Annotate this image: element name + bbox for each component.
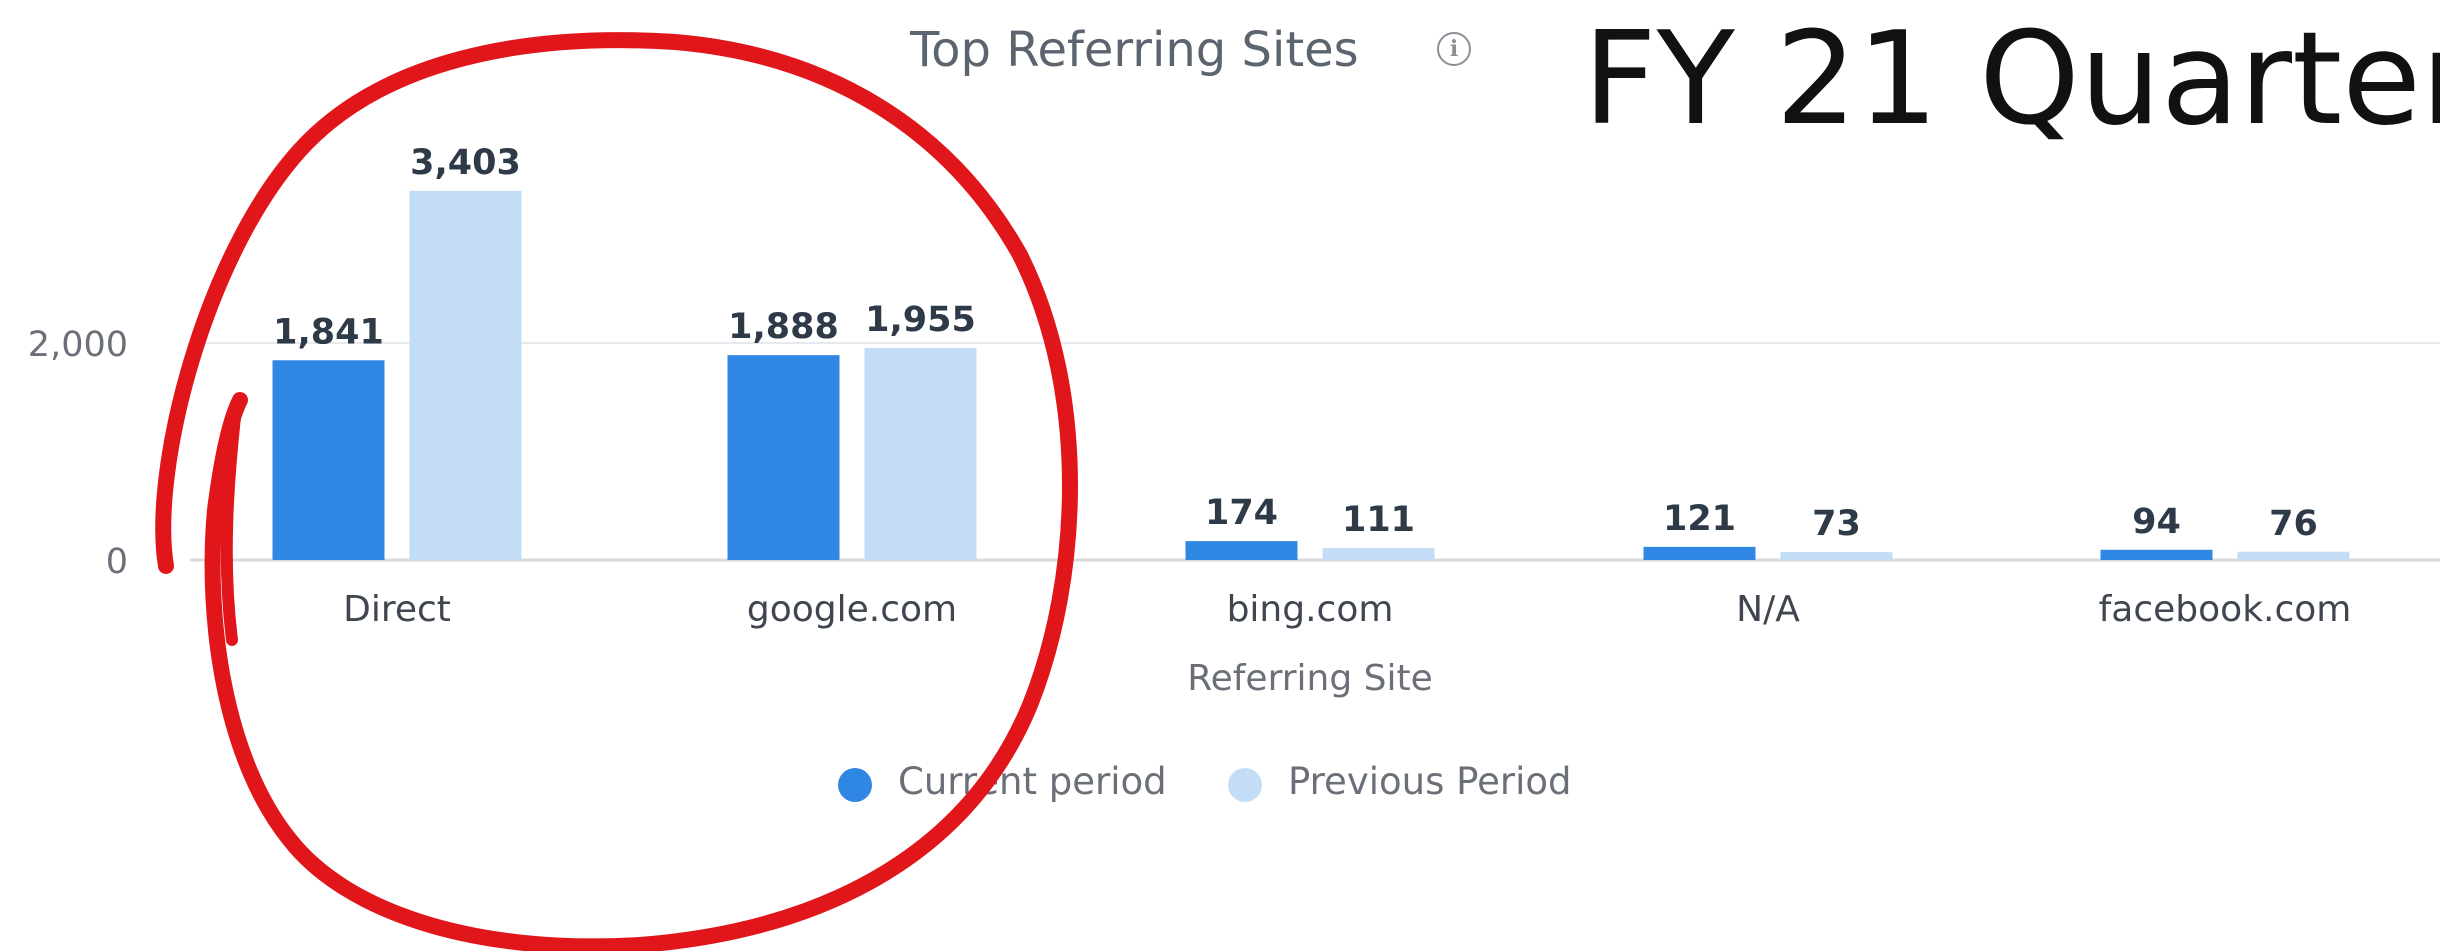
- annotation-stroke-inner: [220, 402, 242, 646]
- annotation-stroke-outer: [155, 32, 1078, 951]
- hand-drawn-circle-annotation: [155, 32, 1078, 951]
